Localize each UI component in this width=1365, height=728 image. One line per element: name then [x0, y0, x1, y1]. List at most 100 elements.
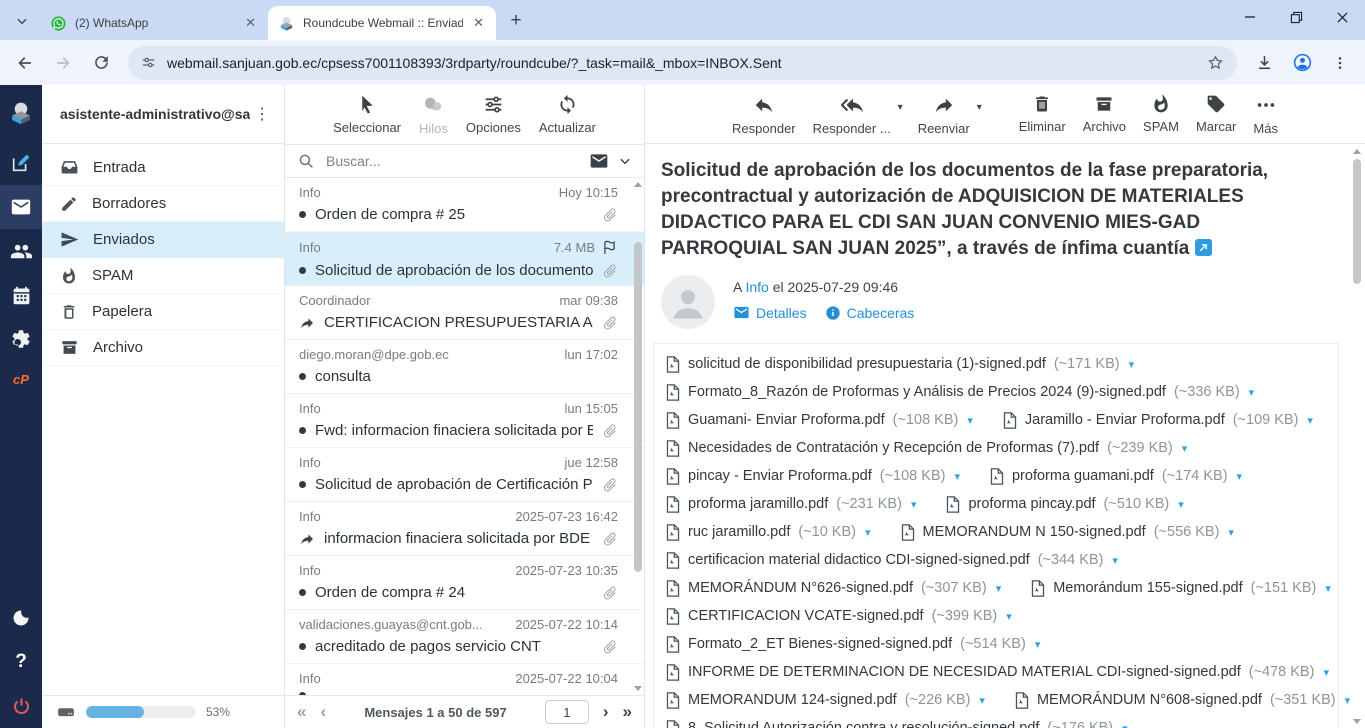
message-list-item[interactable]: Info Hoy 10:15 Orden de compra # 25	[285, 178, 644, 232]
site-info-icon[interactable]	[140, 54, 157, 71]
url-text[interactable]: webmail.sanjuan.gob.ec/cpsess7001108393/…	[167, 55, 1196, 71]
roundcube-logo[interactable]	[0, 85, 42, 141]
last-page-button[interactable]: »	[623, 702, 632, 722]
calendar-nav-button[interactable]	[0, 273, 42, 317]
attachment-dropdown-caret[interactable]: ▾	[1323, 666, 1329, 679]
attachment-dropdown-caret[interactable]: ▾	[1178, 498, 1184, 511]
spam-button[interactable]: SPAM	[1143, 94, 1179, 134]
reply-all-button[interactable]: Responder ... ▾	[813, 94, 891, 136]
search-scope-mail-icon[interactable]	[589, 151, 609, 171]
attachment-chip[interactable]: MEMORÁNDUM N°608-signed.pdf (~351 KB) ▾	[1015, 692, 1350, 709]
attachment-chip[interactable]: Memorándum 155-signed.pdf (~151 KB) ▾	[1031, 580, 1331, 597]
message-view-scrollbar[interactable]	[1352, 149, 1362, 724]
attachment-dropdown-caret[interactable]: ▾	[1129, 358, 1135, 371]
attachment-dropdown-caret[interactable]: ▾	[1228, 526, 1234, 539]
next-page-button[interactable]: ›	[603, 702, 609, 722]
mail-nav-button[interactable]	[0, 185, 42, 229]
attachment-chip[interactable]: MEMORANDUM 124-signed.pdf (~226 KB) ▾	[666, 692, 985, 709]
headers-link[interactable]: Cabeceras	[825, 305, 915, 321]
attachment-chip[interactable]: ruc jaramillo.pdf (~10 KB) ▾	[666, 524, 871, 541]
recipient-link[interactable]: Info	[745, 279, 768, 295]
attachment-chip[interactable]: proforma jaramillo.pdf (~231 KB) ▾	[666, 496, 916, 513]
compose-button[interactable]	[0, 141, 42, 185]
message-list-item[interactable]: Info 7.4 MB Solicitud de aprobación de l…	[285, 232, 644, 286]
attachment-chip[interactable]: Necesidades de Contratación y Recepción …	[666, 440, 1187, 457]
attachment-chip[interactable]: Jaramillo - Enviar Proforma.pdf (~109 KB…	[1003, 412, 1313, 429]
attachment-dropdown-caret[interactable]: ▾	[954, 470, 960, 483]
tab-roundcube[interactable]: Roundcube Webmail :: Enviados ✕	[268, 6, 496, 40]
attachment-chip[interactable]: CERTIFICACION VCATE-signed.pdf (~399 KB)…	[666, 608, 1012, 625]
attachment-dropdown-caret[interactable]: ▾	[1006, 610, 1012, 623]
attachment-dropdown-caret[interactable]: ▾	[967, 414, 973, 427]
search-options-chevron-icon[interactable]	[618, 154, 632, 168]
reply-button[interactable]: Responder	[732, 94, 796, 136]
message-list-item[interactable]: Coordinador mar 09:38 CERTIFICACION PRES…	[285, 286, 644, 340]
tab-whatsapp[interactable]: (2) WhatsApp ✕	[40, 6, 268, 40]
address-bar[interactable]: webmail.sanjuan.gob.ec/cpsess7001108393/…	[128, 46, 1237, 80]
settings-nav-button[interactable]	[0, 317, 42, 361]
attachment-dropdown-caret[interactable]: ▾	[996, 582, 1002, 595]
prev-page-button[interactable]: ‹	[320, 702, 326, 722]
forward-button[interactable]	[46, 46, 80, 80]
cpanel-nav-button[interactable]: cP	[0, 361, 42, 397]
minimize-button[interactable]	[1227, 0, 1273, 34]
archive-button[interactable]: Archivo	[1083, 94, 1126, 134]
attachment-chip[interactable]: MEMORÁNDUM N°626-signed.pdf (~307 KB) ▾	[666, 580, 1001, 597]
reload-button[interactable]	[84, 46, 118, 80]
browser-menu-button[interactable]	[1323, 46, 1357, 80]
attachment-chip[interactable]: Formato_2_ET Bienes-signed-signed.pdf (~…	[666, 636, 1040, 653]
attachment-dropdown-caret[interactable]: ▾	[1035, 638, 1041, 651]
details-link[interactable]: Detalles	[733, 304, 807, 321]
attachment-dropdown-caret[interactable]: ▾	[1112, 554, 1118, 567]
attachment-chip[interactable]: Guamani- Enviar Proforma.pdf (~108 KB) ▾	[666, 412, 973, 429]
attachment-dropdown-caret[interactable]: ▾	[979, 694, 985, 707]
folder-menu-button[interactable]: ⋮	[250, 104, 274, 124]
attachment-dropdown-caret[interactable]: ▾	[1237, 470, 1243, 483]
open-in-new-window-icon[interactable]	[1195, 239, 1212, 256]
attachment-dropdown-caret[interactable]: ▾	[1122, 722, 1128, 728]
attachment-chip[interactable]: INFORME DE DETERMINACION DE NECESIDAD MA…	[666, 664, 1329, 681]
tab-close-icon[interactable]: ✕	[471, 15, 486, 31]
folder-papelera[interactable]: Papelera	[42, 294, 284, 330]
folder-borradores[interactable]: Borradores	[42, 186, 284, 222]
options-button[interactable]: Opciones	[466, 94, 521, 135]
reply-dropdown-caret[interactable]: ▾	[898, 102, 903, 113]
forward-button[interactable]: Reenviar ▾	[918, 94, 970, 136]
message-list-item[interactable]: Info 2025-07-23 16:42 informacion finaci…	[285, 502, 644, 556]
bookmark-star-icon[interactable]	[1206, 53, 1225, 72]
attachment-dropdown-caret[interactable]: ▾	[865, 526, 871, 539]
tab-search-button[interactable]	[8, 7, 36, 35]
mark-button[interactable]: Marcar	[1196, 94, 1236, 134]
attachment-chip[interactable]: pincay - Enviar Proforma.pdf (~108 KB) ▾	[666, 468, 960, 485]
folder-entrada[interactable]: Entrada	[42, 150, 284, 186]
select-button[interactable]: Seleccionar	[333, 94, 401, 135]
attachment-dropdown-caret[interactable]: ▾	[911, 498, 917, 511]
first-page-button[interactable]: «	[297, 702, 306, 722]
attachment-dropdown-caret[interactable]: ▾	[1249, 386, 1255, 399]
downloads-button[interactable]	[1247, 46, 1281, 80]
folder-enviados[interactable]: Enviados	[42, 222, 284, 258]
attachment-chip[interactable]: proforma guamani.pdf (~174 KB) ▾	[990, 468, 1242, 485]
new-tab-button[interactable]: +	[502, 7, 530, 35]
message-list-scrollbar[interactable]	[633, 180, 643, 693]
search-input[interactable]	[324, 152, 580, 170]
folder-spam[interactable]: SPAM	[42, 258, 284, 294]
profile-button[interactable]	[1285, 46, 1319, 80]
attachment-chip[interactable]: solicitud de disponibilidad presupuestar…	[666, 356, 1134, 373]
delete-button[interactable]: Eliminar	[1019, 94, 1066, 134]
message-list-item[interactable]: diego.moran@dpe.gob.ec lun 17:02 consult…	[285, 340, 644, 394]
contacts-nav-button[interactable]	[0, 229, 42, 273]
forward-dropdown-caret[interactable]: ▾	[977, 102, 982, 113]
attachment-chip[interactable]: Formato_8_Razón de Proformas y Análisis …	[666, 384, 1254, 401]
refresh-button[interactable]: Actualizar	[539, 94, 596, 135]
attachment-dropdown-caret[interactable]: ▾	[1345, 694, 1351, 707]
close-button[interactable]	[1319, 0, 1365, 34]
help-button[interactable]: ?	[0, 640, 42, 684]
more-button[interactable]: Más	[1253, 94, 1278, 136]
back-button[interactable]	[8, 46, 42, 80]
attachment-chip[interactable]: proforma pincay.pdf (~510 KB) ▾	[946, 496, 1183, 513]
threads-button[interactable]: Hilos	[419, 94, 448, 136]
restore-button[interactable]	[1273, 0, 1319, 34]
page-number-input[interactable]: 1	[545, 700, 589, 724]
attachment-dropdown-caret[interactable]: ▾	[1325, 582, 1331, 595]
